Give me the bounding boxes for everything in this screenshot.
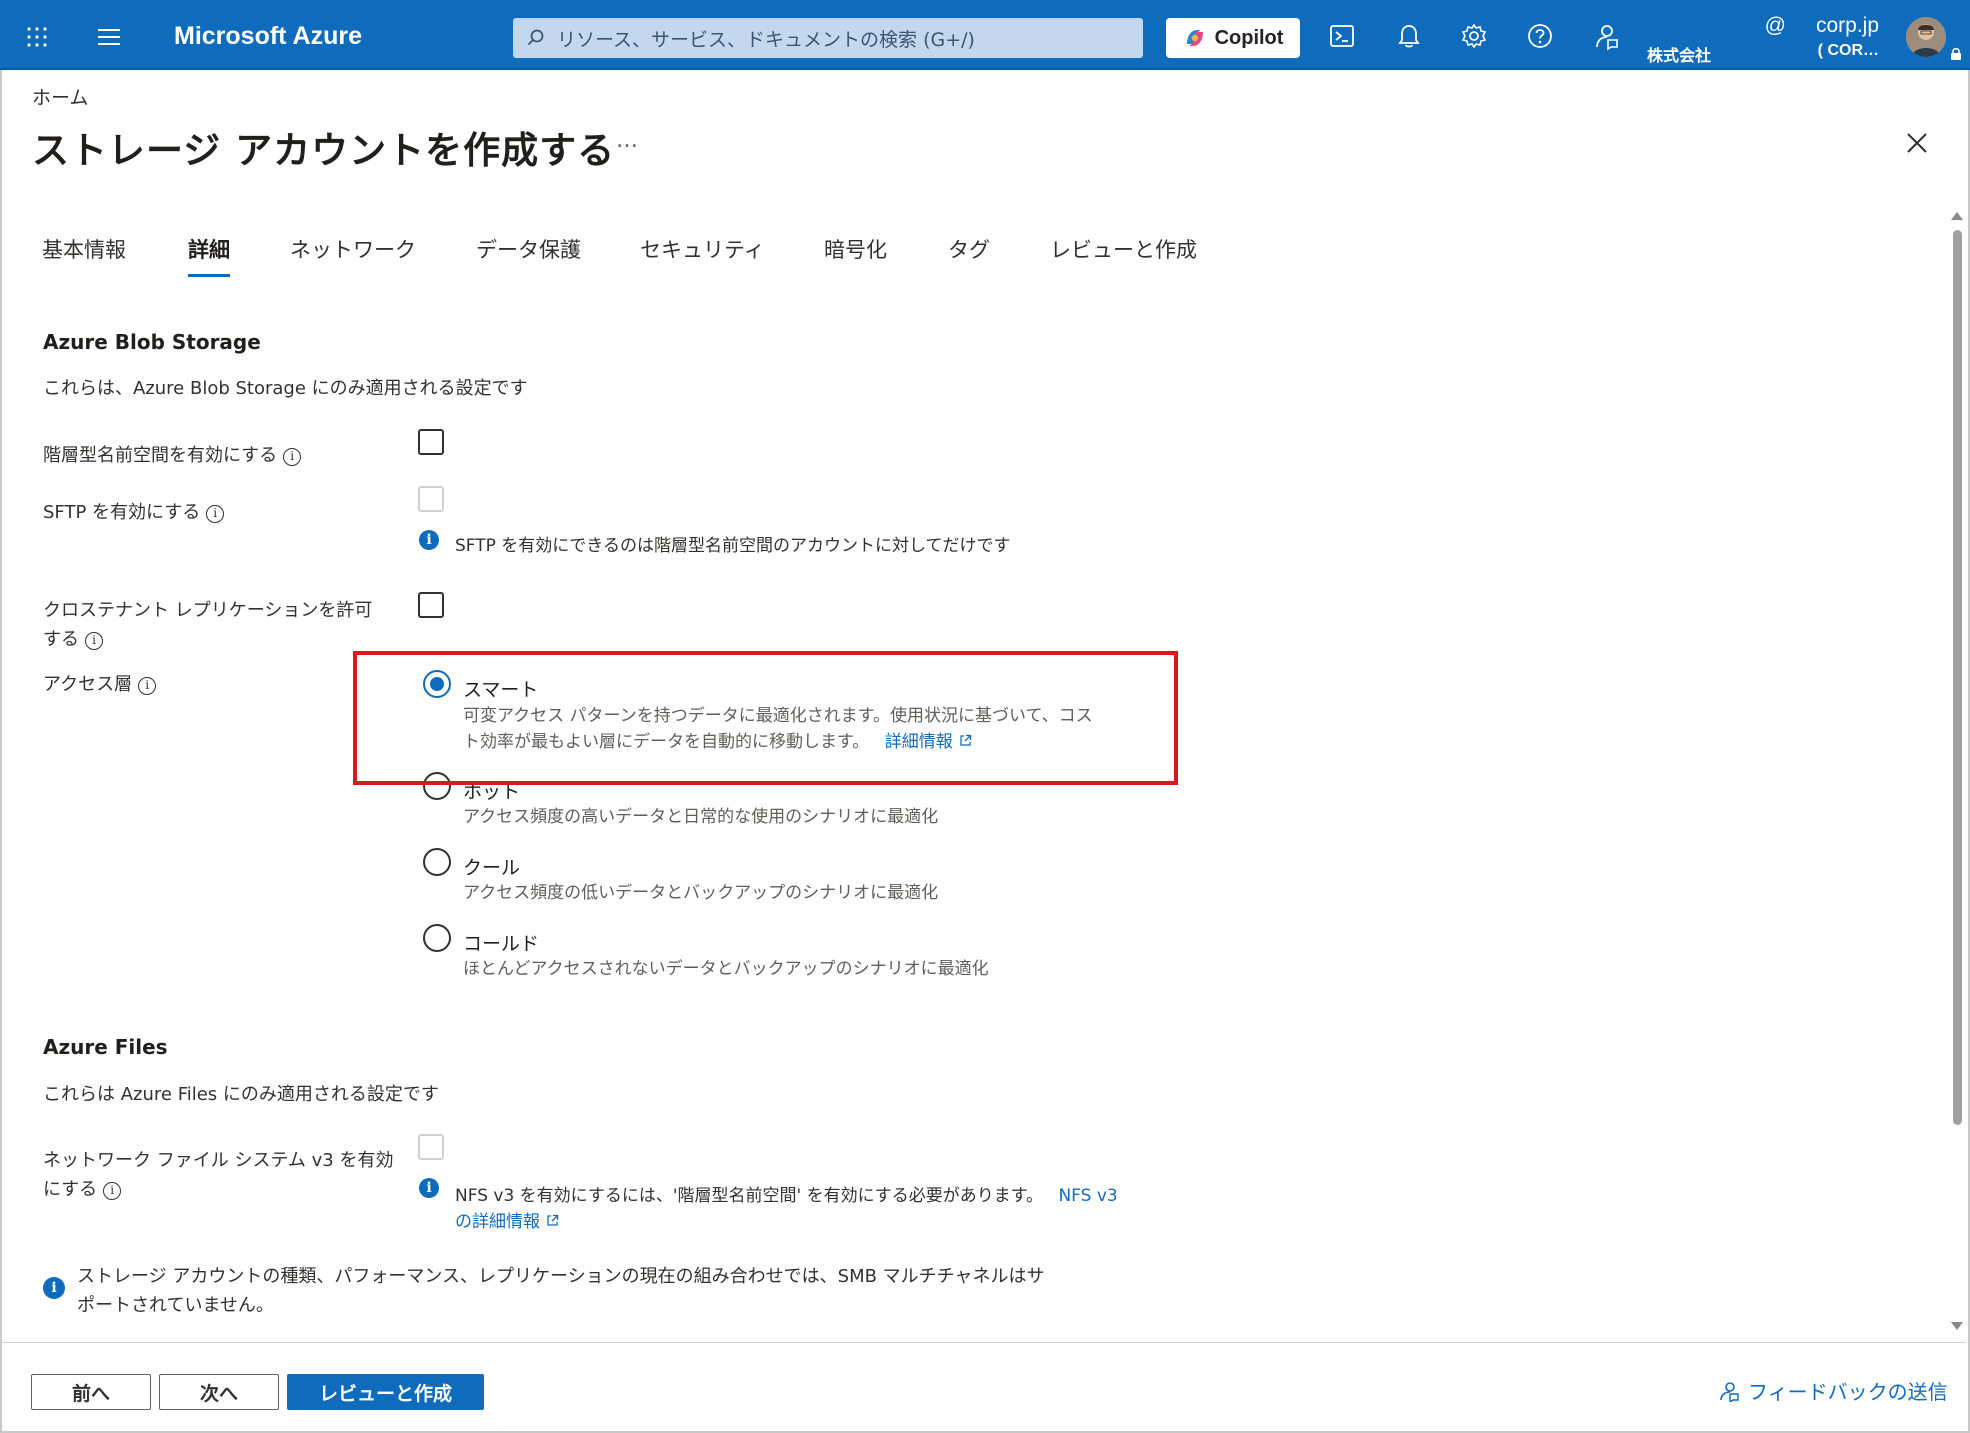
- nfs-learn-more-link[interactable]: NFS v3: [1058, 1186, 1117, 1206]
- cross-tenant-label-line1: クロステナント レプリケーションを許可: [43, 600, 373, 621]
- bell-icon[interactable]: [1393, 20, 1425, 52]
- scroll-down-arrow[interactable]: [1951, 1322, 1963, 1330]
- close-icon[interactable]: [1904, 130, 1930, 156]
- account-email: @ corp.jp: [1764, 14, 1879, 37]
- tab-basics[interactable]: 基本情報: [42, 234, 126, 264]
- copilot-label: Copilot: [1214, 26, 1284, 49]
- info-icon[interactable]: i: [206, 505, 225, 523]
- sftp-checkbox[interactable]: [418, 486, 444, 512]
- breadcrumb[interactable]: ホーム: [32, 83, 88, 110]
- cross-tenant-label-line2: する i: [43, 625, 103, 651]
- active-tab-indicator: [188, 274, 230, 277]
- blob-section-desc: これらは、Azure Blob Storage にのみ適用される設定です: [43, 378, 528, 399]
- tab-advanced[interactable]: 詳細: [188, 234, 230, 264]
- tab-networking[interactable]: ネットワーク: [290, 234, 416, 264]
- nfs-checkbox[interactable]: [418, 1134, 444, 1160]
- tab-data-protection[interactable]: データ保護: [476, 234, 581, 264]
- tier-cool-desc: アクセス頻度の低いデータとバックアップのシナリオに最適化: [463, 883, 939, 903]
- copilot-logo: [1186, 30, 1203, 46]
- gear-icon[interactable]: [1458, 20, 1490, 52]
- nfs-label-line2: にする i: [43, 1175, 122, 1201]
- info-icon[interactable]: i: [138, 677, 157, 695]
- blob-section-title: Azure Blob Storage: [43, 330, 261, 354]
- cross-tenant-checkbox[interactable]: [418, 592, 444, 618]
- smb-note-line2: ポートされていません。: [77, 1295, 274, 1316]
- page-title: ストレージ アカウントを作成する: [32, 129, 616, 172]
- info-icon[interactable]: i: [283, 448, 302, 466]
- tier-cold-desc: ほとんどアクセスされないデータとバックアップのシナリオに最適化: [463, 959, 989, 979]
- info-filled-icon: i: [419, 530, 439, 550]
- radio-tier-cool[interactable]: [423, 848, 451, 876]
- lock-icon: [1951, 47, 1961, 60]
- feedback-icon[interactable]: [1590, 20, 1622, 52]
- previous-button[interactable]: 前へ: [31, 1374, 151, 1410]
- top-bar: Microsoft Azure リソース、サービス、ドキュメントの検索 (G+/…: [0, 0, 1970, 70]
- access-tier-label: アクセス層 i: [43, 670, 157, 696]
- footer-divider: [2, 1342, 1966, 1343]
- hamburger-icon[interactable]: [94, 22, 124, 52]
- search-input[interactable]: リソース、サービス、ドキュメントの検索 (G+/): [513, 18, 1143, 58]
- info-filled-icon: i: [419, 1178, 439, 1198]
- cloud-shell-icon[interactable]: [1326, 20, 1358, 52]
- nfs-note-line2: の詳細情報: [455, 1207, 559, 1232]
- radio-tier-cold[interactable]: [423, 924, 451, 952]
- nfs-label-line1: ネットワーク ファイル システム v3 を有効: [43, 1150, 394, 1171]
- tab-review-create[interactable]: レビューと作成: [1050, 234, 1197, 264]
- tier-cold-label[interactable]: コールド: [463, 929, 539, 956]
- tab-encryption[interactable]: 暗号化: [824, 234, 887, 264]
- feedback-icon: [1720, 1381, 1739, 1402]
- scroll-up-arrow[interactable]: [1951, 212, 1963, 220]
- scrollbar-thumb[interactable]: [1953, 230, 1962, 1125]
- info-icon[interactable]: i: [85, 632, 103, 650]
- files-section-desc: これらは Azure Files にのみ適用される設定です: [43, 1084, 439, 1105]
- copilot-button[interactable]: Copilot: [1166, 18, 1300, 58]
- review-create-button[interactable]: レビューと作成: [287, 1374, 484, 1410]
- external-link-icon: [547, 1214, 559, 1226]
- sftp-label: SFTP を有効にする i: [43, 498, 225, 524]
- hns-checkbox[interactable]: [418, 429, 444, 455]
- files-section-title: Azure Files: [43, 1035, 168, 1059]
- account-menu[interactable]: @ corp.jp 株式会社 ( COR…: [1647, 12, 1879, 65]
- info-filled-icon: i: [43, 1277, 65, 1299]
- search-placeholder: リソース、サービス、ドキュメントの検索 (G+/): [557, 28, 975, 51]
- search-icon: [527, 29, 544, 46]
- highlight-box: [353, 651, 1178, 785]
- smb-note-line1: ストレージ アカウントの種類、パフォーマンス、レプリケーションの現在の組み合わせ…: [77, 1266, 1045, 1287]
- next-button[interactable]: 次へ: [159, 1374, 279, 1410]
- tier-cool-label[interactable]: クール: [463, 853, 520, 880]
- tab-tags[interactable]: タグ: [948, 234, 990, 264]
- tier-hot-desc: アクセス頻度の高いデータと日常的な使用のシナリオに最適化: [463, 807, 939, 827]
- avatar[interactable]: [1906, 17, 1946, 57]
- info-icon[interactable]: i: [103, 1182, 122, 1200]
- nfs-note-line1: NFS v3 を有効にするには、'階層型名前空間' を有効にする必要があります。…: [455, 1186, 1118, 1206]
- brand-title[interactable]: Microsoft Azure: [174, 22, 362, 51]
- tab-security[interactable]: セキュリティ: [640, 234, 765, 264]
- more-options-button[interactable]: …: [616, 128, 638, 153]
- send-feedback-link[interactable]: フィードバックの送信: [1718, 1376, 1948, 1405]
- sftp-note: SFTP を有効にできるのは階層型名前空間のアカウントに対してだけです: [455, 536, 1011, 556]
- waffle-icon[interactable]: [22, 22, 52, 52]
- help-icon[interactable]: [1524, 20, 1556, 52]
- hns-label: 階層型名前空間を有効にする i: [43, 441, 302, 467]
